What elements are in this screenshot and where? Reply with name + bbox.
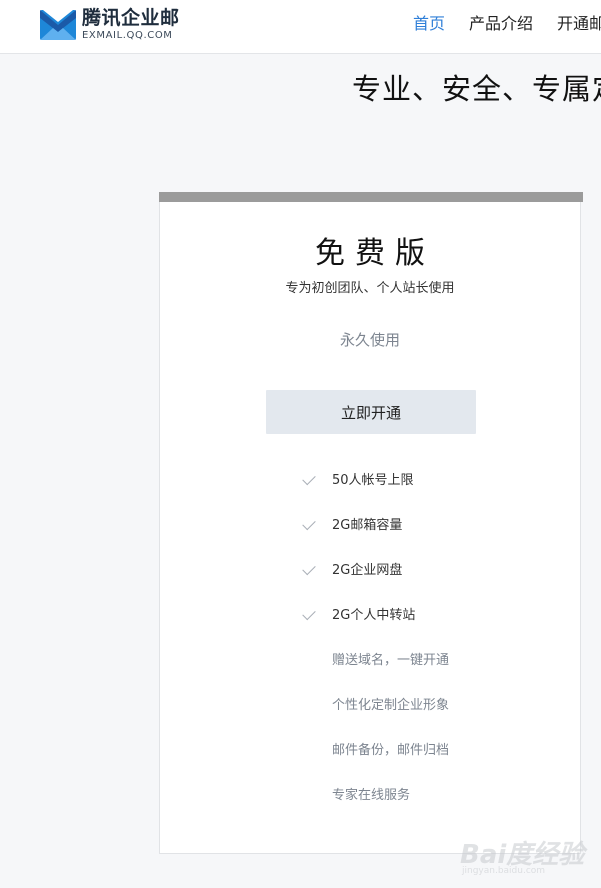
watermark-url: jingyan.baidu.com xyxy=(462,866,546,876)
feature-item: 2G邮箱容量 xyxy=(160,516,580,562)
feature-text: 个性化定制企业形象 xyxy=(332,698,450,713)
feature-item: 赠送域名，一键开通 xyxy=(160,652,580,697)
feature-item: 邮件备份，邮件归档 xyxy=(160,742,580,787)
feature-text: 50人帐号上限 xyxy=(332,473,414,488)
feature-text: 2G企业网盘 xyxy=(332,563,403,578)
plan-card-header-bar xyxy=(159,192,583,202)
feature-list: 50人帐号上限 2G邮箱容量 2G企业网盘 2G个人中转站 赠送域名，一键开通 … xyxy=(160,471,580,832)
feature-item: 2G个人中转站 xyxy=(160,606,580,652)
checkmark-icon xyxy=(302,516,316,531)
feature-item: 50人帐号上限 xyxy=(160,471,580,517)
feature-item: 个性化定制企业形象 xyxy=(160,697,580,742)
nav-open-mail[interactable]: 开通邮 xyxy=(557,10,601,34)
baidu-jingyan-watermark: Bai度经验 jingyan.baidu.com xyxy=(458,820,590,878)
activate-now-button[interactable]: 立即开通 xyxy=(266,390,476,434)
brand-logo[interactable]: 腾讯企业邮 EXMAIL.QQ.COM xyxy=(40,8,180,42)
checkmark-icon xyxy=(302,606,316,621)
brand-name: 腾讯企业邮 xyxy=(82,7,180,29)
feature-text: 专家在线服务 xyxy=(332,788,411,803)
feature-text: 2G个人中转站 xyxy=(332,608,416,623)
mail-logo-icon xyxy=(40,10,76,40)
checkmark-icon xyxy=(302,561,316,576)
nav-product-intro[interactable]: 产品介绍 xyxy=(469,10,533,34)
feature-text: 邮件备份，邮件归档 xyxy=(332,743,450,758)
brand-text: 腾讯企业邮 EXMAIL.QQ.COM xyxy=(82,9,180,41)
brand-domain: EXMAIL.QQ.COM xyxy=(82,30,173,41)
feature-text: 赠送域名，一键开通 xyxy=(332,653,450,668)
plan-title: 免费版 xyxy=(315,236,435,271)
top-header: 腾讯企业邮 EXMAIL.QQ.COM 首页 产品介绍 开通邮 xyxy=(0,0,601,54)
plan-description: 专为初创团队、个人站长使用 xyxy=(285,281,455,296)
plan-duration: 永久使用 xyxy=(339,331,400,349)
feature-text: 2G邮箱容量 xyxy=(332,518,403,533)
plan-card-free: 免费版 专为初创团队、个人站长使用 永久使用 立即开通 50人帐号上限 2G邮箱… xyxy=(159,192,583,854)
checkmark-icon xyxy=(302,471,316,486)
feature-item: 2G企业网盘 xyxy=(160,561,580,607)
hero-slogan: 专业、安全、专属定 xyxy=(352,72,601,106)
main-nav: 首页 产品介绍 开通邮 xyxy=(413,0,601,44)
nav-home[interactable]: 首页 xyxy=(413,10,445,34)
